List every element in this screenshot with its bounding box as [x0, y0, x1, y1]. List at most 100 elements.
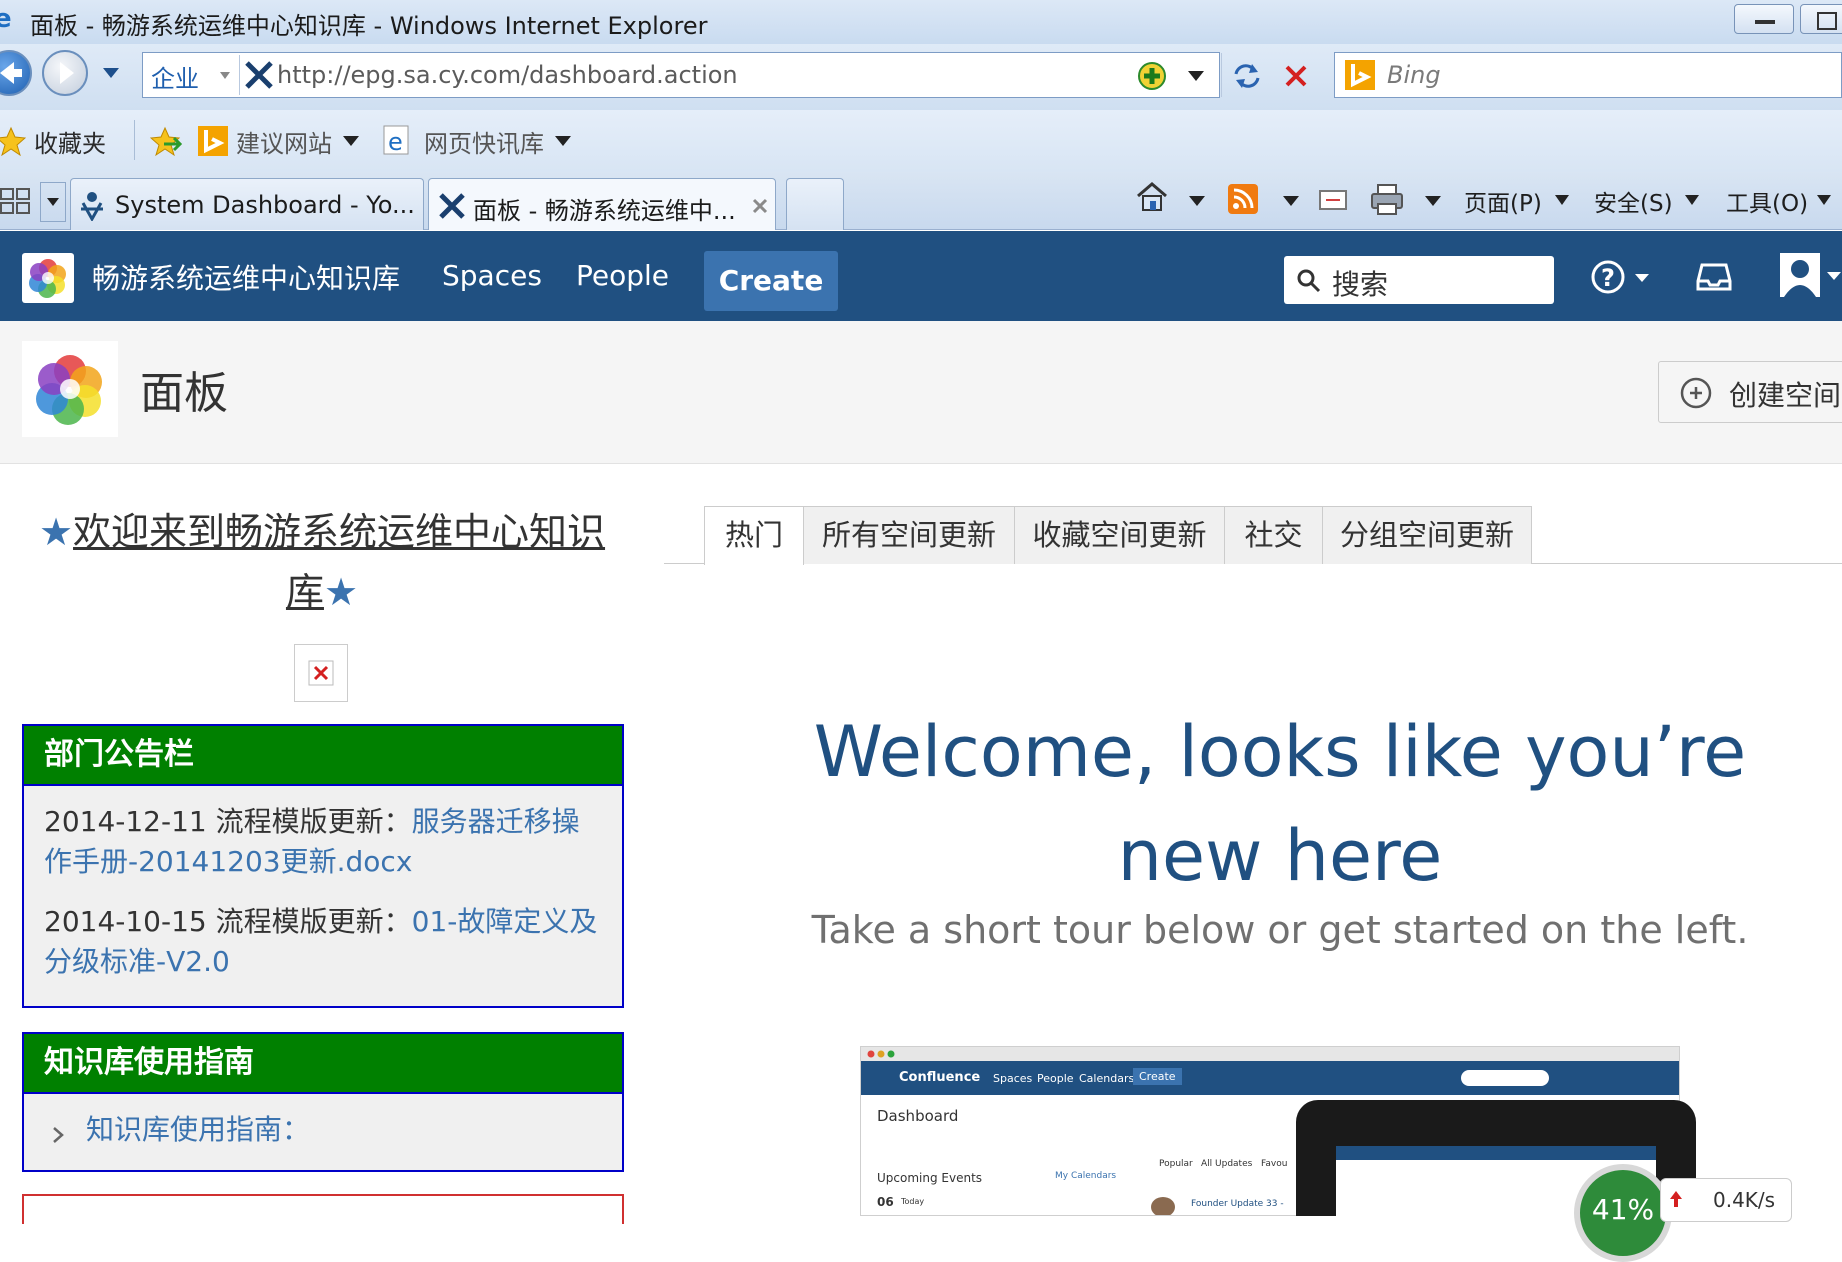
- close-tab-icon[interactable]: [751, 197, 769, 215]
- zone-label[interactable]: 企业: [151, 59, 199, 94]
- upload-arrow-icon: [1670, 1191, 1682, 1207]
- tour-calendars: My Calendars: [1055, 1171, 1117, 1181]
- tab-label: System Dashboard - Yo...: [115, 191, 415, 219]
- confluence-site-icon: [439, 193, 465, 219]
- tour-today: Today: [901, 1197, 925, 1206]
- search-placeholder: Bing: [1387, 61, 1441, 89]
- zone-dropdown-icon[interactable]: [219, 71, 231, 81]
- network-speed: 0.4K/s: [1660, 1178, 1792, 1222]
- tour-nav-item: Calendars: [1079, 1072, 1135, 1085]
- quick-tabs-icon[interactable]: [0, 186, 30, 216]
- url-text[interactable]: http://epg.sa.cy.com/dashboard.action: [277, 61, 738, 89]
- create-button[interactable]: Create: [704, 251, 838, 311]
- site-name[interactable]: 畅游系统运维中心知识库: [92, 257, 400, 297]
- svg-text:e: e: [388, 128, 403, 156]
- tour-upcoming: Upcoming Events: [877, 1171, 983, 1185]
- search-input[interactable]: 搜索: [1284, 256, 1554, 304]
- site-logo[interactable]: [22, 253, 74, 303]
- notice-item: 2014-10-15 流程模版更新：01-故障定义及分级标准-V2.0: [44, 902, 602, 982]
- tab-dashboard-active[interactable]: 面板 - 畅游系统运维中...: [428, 178, 776, 230]
- content-tabs: 热门 所有空间更新 收藏空间更新 社交 分组空间更新: [664, 506, 1842, 565]
- nav-people[interactable]: People: [576, 259, 669, 292]
- web-slice-dropdown-icon[interactable]: [554, 134, 572, 148]
- chevron-right-icon[interactable]: [52, 1126, 64, 1144]
- suggested-sites-button[interactable]: 建议网站: [236, 124, 332, 159]
- tab-favourite-updates[interactable]: 收藏空间更新: [1014, 506, 1225, 564]
- back-button[interactable]: [0, 50, 32, 96]
- tour-tab: Popular: [1159, 1159, 1193, 1169]
- create-space-icon: [1680, 377, 1712, 409]
- user-menu[interactable]: [1776, 253, 1842, 303]
- home-dropdown-icon[interactable]: [1188, 194, 1206, 208]
- read-mail-icon[interactable]: [1318, 188, 1348, 212]
- new-tab-button[interactable]: [786, 178, 844, 230]
- help-icon: ?: [1591, 260, 1625, 294]
- address-dropdown-icon[interactable]: [1187, 69, 1205, 83]
- minimize-button[interactable]: [1734, 4, 1794, 34]
- tour-window-bar: [861, 1047, 1679, 1061]
- welcome-heading: ★欢迎来到畅游系统运维中心知识库★: [22, 502, 622, 622]
- nav-spaces[interactable]: Spaces: [442, 259, 542, 292]
- safety-menu[interactable]: 安全(S): [1594, 184, 1673, 218]
- tour-avatar: [1151, 1197, 1175, 1215]
- forward-arrow-icon: [60, 62, 74, 84]
- tools-menu[interactable]: 工具(O): [1726, 184, 1808, 218]
- page-header: 面板 创建空间: [0, 321, 1842, 464]
- feeds-dropdown-icon[interactable]: [1282, 194, 1300, 208]
- tab-popular[interactable]: 热门: [704, 506, 804, 565]
- tab-group-updates[interactable]: 分组空间更新: [1322, 506, 1532, 564]
- notice-item-prefix: 2014-12-11 流程模版更新：: [44, 805, 412, 838]
- search-box[interactable]: Bing: [1334, 52, 1842, 98]
- recent-pages-dropdown-icon[interactable]: [102, 66, 120, 80]
- home-icon[interactable]: [1134, 180, 1170, 214]
- tour-nav-item: People: [1037, 1072, 1074, 1085]
- divider: [239, 55, 240, 95]
- page-menu-dropdown-icon[interactable]: [1554, 194, 1570, 206]
- broken-image-icon: [308, 660, 334, 686]
- broken-image: [294, 644, 348, 702]
- window-title: 面板 - 畅游系统运维中心知识库 - Windows Internet Expl…: [30, 12, 708, 40]
- tab-system-dashboard[interactable]: System Dashboard - Yo...: [70, 178, 424, 230]
- create-space-button[interactable]: 创建空间: [1658, 361, 1842, 423]
- tab-all-updates[interactable]: 所有空间更新: [803, 506, 1015, 564]
- address-bar[interactable]: 企业 http://epg.sa.cy.com/dashboard.action: [142, 52, 1222, 98]
- confluence-header: 畅游系统运维中心知识库 Spaces People Create 搜索 ?: [0, 231, 1842, 321]
- site-logo-icon: [29, 259, 66, 298]
- guide-panel: 知识库使用指南 知识库使用指南：: [22, 1032, 624, 1172]
- print-icon[interactable]: [1370, 182, 1404, 216]
- ie-logo-icon: e: [0, 4, 12, 34]
- guide-link[interactable]: 知识库使用指南：: [86, 1113, 310, 1146]
- tour-date: 06: [877, 1195, 894, 1209]
- divider: [134, 120, 135, 160]
- print-dropdown-icon[interactable]: [1424, 194, 1442, 208]
- web-slice-gallery-button[interactable]: 网页快讯库: [424, 124, 544, 159]
- tour-nav-item: Spaces: [993, 1072, 1033, 1085]
- tour-nav: Confluence Spaces People Calendars Creat…: [861, 1061, 1679, 1095]
- page-menu[interactable]: 页面(P): [1464, 184, 1542, 218]
- help-menu[interactable]: ?: [1590, 257, 1652, 299]
- tools-menu-dropdown-icon[interactable]: [1816, 194, 1832, 206]
- network-usage-gauge: 41%: [1574, 1164, 1672, 1262]
- confluence-site-icon: [245, 61, 273, 89]
- bing-icon: [198, 126, 228, 156]
- favorites-star-icon: [0, 126, 26, 156]
- tour-tab: All Updates: [1201, 1159, 1253, 1169]
- search-icon: [1297, 269, 1321, 293]
- safety-menu-dropdown-icon[interactable]: [1684, 194, 1700, 206]
- forward-button[interactable]: [42, 50, 88, 96]
- star-icon: ★: [323, 570, 359, 614]
- notice-panel: 部门公告栏 2014-12-11 流程模版更新：服务器迁移操作手册-201412…: [22, 724, 624, 1008]
- tour-brand: Confluence: [899, 1070, 981, 1085]
- compatibility-view-icon[interactable]: [1137, 61, 1167, 91]
- suggested-sites-dropdown-icon[interactable]: [342, 134, 360, 148]
- space-logo-icon: [36, 355, 102, 425]
- tab-list-button[interactable]: [40, 182, 66, 222]
- stop-icon[interactable]: [1282, 62, 1310, 90]
- notifications-icon[interactable]: [1696, 259, 1732, 293]
- add-to-favorites-icon[interactable]: [150, 126, 182, 158]
- refresh-icon[interactable]: [1230, 60, 1264, 92]
- maximize-button[interactable]: [1800, 4, 1842, 34]
- rss-feeds-icon[interactable]: [1228, 184, 1258, 214]
- favorites-button[interactable]: 收藏夹: [34, 124, 106, 159]
- tab-social[interactable]: 社交: [1224, 506, 1323, 564]
